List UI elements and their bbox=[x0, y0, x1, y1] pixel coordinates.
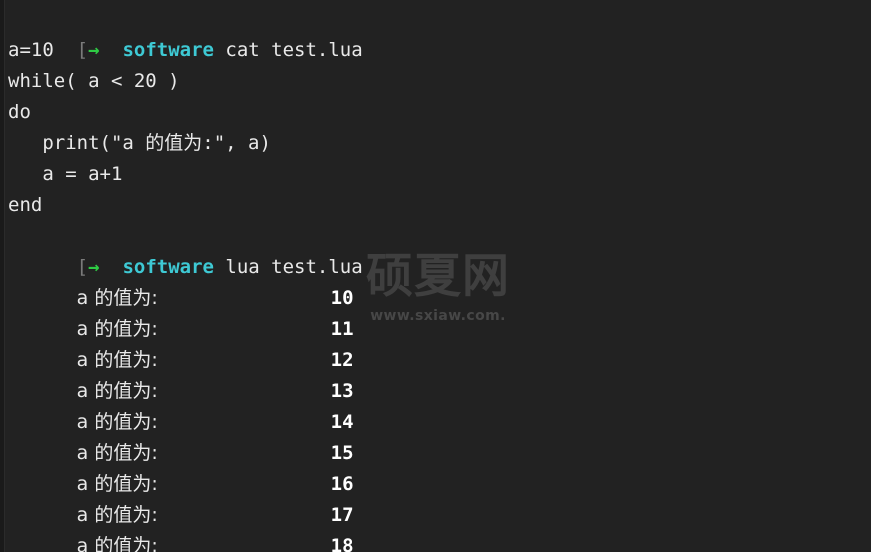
output-label: a 的值为: bbox=[76, 380, 158, 402]
output-label: a 的值为: bbox=[76, 349, 158, 371]
prompt-arrow-icon: → bbox=[88, 39, 100, 61]
output-value: 12 bbox=[330, 349, 354, 371]
output-label: a 的值为: bbox=[76, 411, 158, 433]
output-value: 16 bbox=[330, 473, 354, 495]
output-label: a 的值为: bbox=[76, 318, 158, 340]
command-cat: cat test.lua bbox=[225, 39, 363, 61]
command-lua: lua test.lua bbox=[225, 256, 363, 278]
code-line-4: print("a 的值为:", a) bbox=[8, 132, 271, 154]
output-value: 13 bbox=[330, 380, 354, 402]
code-line-5: a = a+1 bbox=[8, 163, 123, 185]
code-line-2: while( a < 20 ) bbox=[8, 70, 180, 92]
output-value: 15 bbox=[330, 442, 354, 464]
output-label: a 的值为: bbox=[76, 442, 158, 464]
output-value: 14 bbox=[330, 411, 354, 433]
output-label: a 的值为: bbox=[76, 287, 158, 309]
prompt-cwd-label: software bbox=[122, 256, 214, 278]
output-value: 18 bbox=[330, 535, 354, 552]
prompt-gap bbox=[100, 256, 123, 278]
left-gutter-divider bbox=[4, 0, 5, 552]
terminal-window[interactable]: 硕夏网 www.sxiaw.com. [→ software cat test.… bbox=[0, 0, 871, 552]
code-line-6: end bbox=[8, 194, 43, 216]
code-line-3: do bbox=[8, 101, 31, 123]
prompt-bracket-icon: [ bbox=[76, 256, 89, 278]
output-value: 11 bbox=[330, 318, 354, 340]
prompt-line-lua[interactable]: [→ software lua test.lua bbox=[0, 221, 871, 278]
prompt-bracket-icon: [ bbox=[76, 39, 89, 61]
output-value: 17 bbox=[330, 504, 354, 526]
output-label: a 的值为: bbox=[76, 535, 158, 552]
prompt-cwd-label: software bbox=[122, 39, 214, 61]
prompt-space-1 bbox=[214, 39, 225, 61]
prompt-space-2 bbox=[214, 256, 225, 278]
prompt-arrow-icon: → bbox=[88, 256, 100, 278]
output-label: a 的值为: bbox=[76, 473, 158, 495]
prompt-line-cat[interactable]: [→ software cat test.lua bbox=[0, 4, 871, 61]
output-label: a 的值为: bbox=[76, 504, 158, 526]
terminal-screen: [→ software cat test.lua a=10 while( a <… bbox=[0, 0, 871, 552]
output-value: 10 bbox=[330, 287, 354, 309]
prompt-gap bbox=[100, 39, 123, 61]
